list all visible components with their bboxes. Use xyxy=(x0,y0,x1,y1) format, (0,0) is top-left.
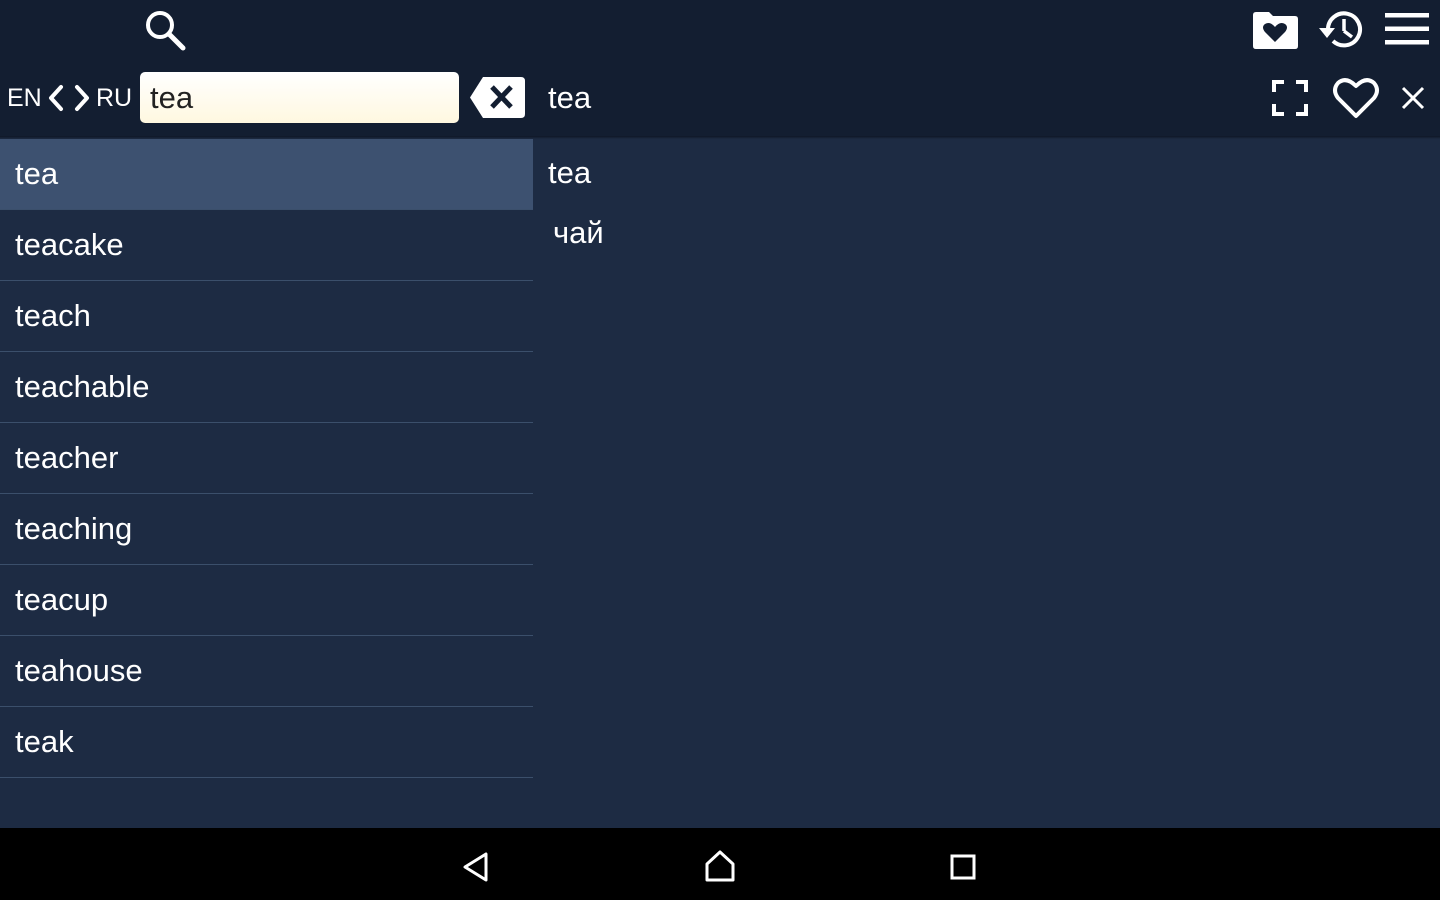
list-item[interactable]: teacup xyxy=(0,565,533,636)
list-item[interactable]: teak xyxy=(0,707,533,778)
history-icon[interactable] xyxy=(1316,8,1366,52)
system-nav-bar xyxy=(0,828,1440,900)
list-item[interactable]: teacher xyxy=(0,423,533,494)
menu-icon[interactable] xyxy=(1385,13,1429,45)
home-icon[interactable] xyxy=(704,850,736,882)
list-item[interactable]: teachable xyxy=(0,352,533,423)
entry-headword: tea xyxy=(548,155,592,190)
top-bar: EN RU tea xyxy=(0,0,1440,136)
backspace-clear-icon[interactable] xyxy=(469,76,526,119)
folder-heart-icon[interactable] xyxy=(1251,11,1299,49)
source-language[interactable]: EN xyxy=(7,80,42,116)
close-icon[interactable] xyxy=(1401,86,1425,110)
heart-outline-icon[interactable] xyxy=(1332,76,1380,120)
entry-title: tea xyxy=(548,80,592,115)
swap-languages-icon[interactable] xyxy=(45,84,93,112)
fullscreen-icon[interactable] xyxy=(1272,80,1308,116)
word-list: tea teacake teach teachable teacher teac… xyxy=(0,139,533,778)
entry-translation: чай xyxy=(553,215,604,250)
search-input[interactable] xyxy=(140,72,459,123)
entry-detail-panel: tea чай xyxy=(533,139,1440,828)
target-language[interactable]: RU xyxy=(96,80,132,116)
recents-icon[interactable] xyxy=(950,854,976,880)
back-icon[interactable] xyxy=(462,852,490,882)
list-item[interactable]: teaching xyxy=(0,494,533,565)
list-item[interactable]: teahouse xyxy=(0,636,533,707)
list-item[interactable]: teach xyxy=(0,281,533,352)
list-item-selected[interactable]: tea xyxy=(0,139,533,210)
list-item[interactable]: teacake xyxy=(0,210,533,281)
search-icon[interactable] xyxy=(143,8,187,52)
